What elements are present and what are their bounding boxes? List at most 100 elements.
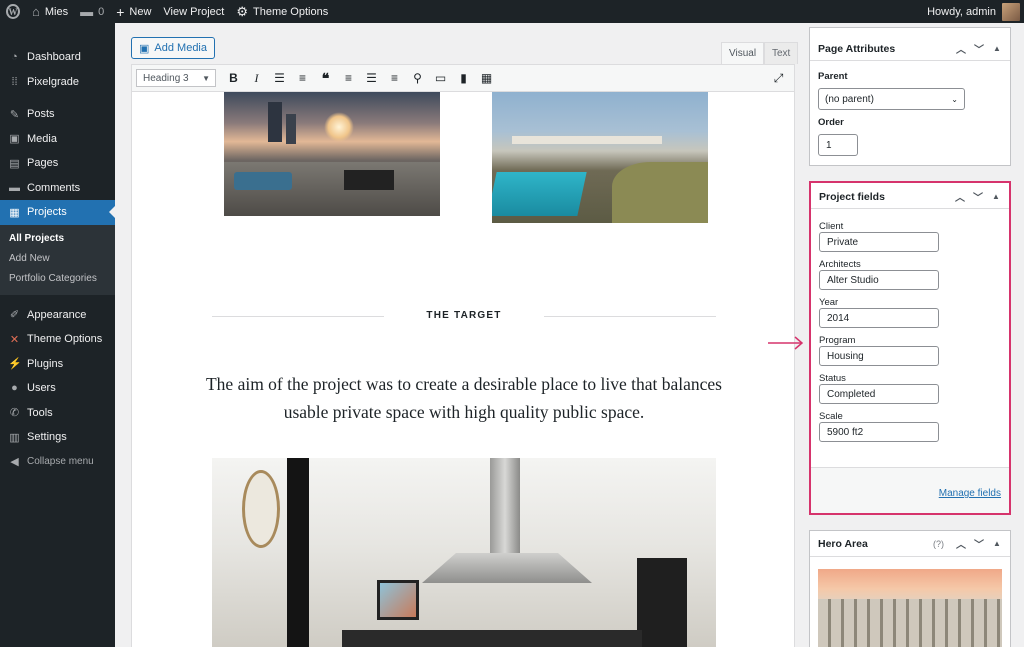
bullet-list-button[interactable]: ☰ (268, 67, 291, 89)
field-value: Private (827, 236, 859, 248)
hero-area-header[interactable]: Hero Area (?) ︿ ﹀ ▲ (810, 531, 1010, 557)
move-up-icon[interactable]: ︿ (951, 189, 969, 204)
collapse-menu-button[interactable]: ◀ Collapse menu (0, 450, 115, 475)
pages-icon: ▤ (9, 157, 20, 170)
italic-button[interactable]: I (245, 67, 268, 89)
sidebar-item-label: Pixelgrade (27, 75, 79, 88)
client-input[interactable]: Private (819, 232, 939, 252)
tab-visual[interactable]: Visual (721, 42, 765, 64)
sidebar-item-pixelgrade[interactable]: ⁞⁞ Pixelgrade (0, 70, 115, 95)
parent-select[interactable]: (no parent) ⌄ (818, 88, 965, 110)
sidebar-item-theme-options[interactable]: ✕ Theme Options (0, 327, 115, 352)
scale-input[interactable]: 5900 ft2 (819, 422, 939, 442)
sidebar-item-label: Settings (27, 431, 67, 444)
year-input[interactable]: 2014 (819, 308, 939, 328)
read-more-button[interactable]: ▭ (429, 67, 452, 89)
align-right-button[interactable]: ≡ (383, 67, 406, 89)
link-button[interactable]: ⚲ (406, 67, 429, 89)
sidebar-item-media[interactable]: ▣ Media (0, 127, 115, 152)
sidebar-item-pages[interactable]: ▤ Pages (0, 151, 115, 176)
new-label: New (129, 5, 152, 18)
field-value: 5900 ft2 (827, 426, 864, 438)
divider (212, 316, 384, 317)
manage-fields-link[interactable]: Manage fields (939, 488, 1001, 499)
align-left-button[interactable]: ≡ (337, 67, 360, 89)
submenu-add-new[interactable]: Add New (0, 249, 115, 269)
bold-button[interactable]: B (222, 67, 245, 89)
program-input[interactable]: Housing (819, 346, 939, 366)
sidebar-item-users[interactable]: ● Users (0, 376, 115, 401)
add-media-label: Add Media (154, 42, 207, 54)
sidebar-item-label: Posts (27, 108, 55, 121)
plugin-icon: ⚡ (8, 358, 22, 371)
paste-button[interactable]: ▮ (452, 67, 475, 89)
architects-input[interactable]: Alter Studio (819, 270, 939, 290)
hero-area-box: Hero Area (?) ︿ ﹀ ▲ (809, 530, 1011, 647)
parent-value: (no parent) (825, 93, 874, 105)
help-link[interactable]: (?) (933, 539, 944, 549)
sidebar-item-posts[interactable]: ✎ Posts (0, 102, 115, 127)
comments-link[interactable]: ▬ 0 (74, 0, 110, 23)
sidebar-item-projects[interactable]: ▦ Projects (0, 200, 115, 225)
sidebar-item-settings[interactable]: ▥ Settings (0, 425, 115, 450)
kitchen-image (212, 458, 716, 647)
box-title: Project fields (819, 190, 885, 203)
sidebar-item-label: Appearance (27, 308, 87, 321)
editor-toolbar: Heading 3 ▼ B I ☰ ≡ ❝ ≡ ☰ ≡ ⚲ ▭ ▮ ▦ ⤢ (131, 64, 795, 92)
order-input[interactable]: 1 (818, 134, 858, 156)
divider (544, 316, 716, 317)
editor-content[interactable]: THE TARGET The aim of the project was to… (131, 92, 795, 647)
align-center-button[interactable]: ☰ (360, 67, 383, 89)
tab-text[interactable]: Text (764, 42, 799, 64)
dashboard-icon: ◔ (11, 51, 18, 64)
section-title: THE TARGET (426, 310, 502, 321)
submenu-portfolio-categories[interactable]: Portfolio Categories (0, 269, 115, 289)
projects-icon: ▦ (9, 206, 20, 219)
avatar (1002, 2, 1020, 21)
sidebar-item-plugins[interactable]: ⚡ Plugins (0, 352, 115, 377)
page-attributes-header[interactable]: Page Attributes ︿ ﹀ ▲ (810, 37, 1010, 61)
hero-image[interactable] (818, 569, 1002, 647)
numbered-list-button[interactable]: ≡ (291, 67, 314, 89)
plus-icon: + (116, 3, 125, 20)
page-attributes-box: Page Attributes ︿ ﹀ ▲ Parent (no parent)… (809, 27, 1011, 166)
view-project-link[interactable]: View Project (157, 0, 230, 23)
sidebar-item-label: Pages (27, 157, 59, 170)
submenu-all-projects[interactable]: All Projects (0, 229, 115, 249)
move-down-icon[interactable]: ﹀ (970, 536, 988, 551)
toggle-panel-icon[interactable]: ▲ (988, 44, 1006, 53)
site-name-link[interactable]: ⌂ Mies (26, 0, 74, 23)
wordpress-logo-button[interactable]: W (0, 0, 26, 23)
site-name: Mies (44, 5, 69, 18)
new-content-link[interactable]: + New (110, 0, 157, 23)
account-menu[interactable]: Howdy, admin (927, 2, 1024, 21)
sidebar-item-label: Theme Options (27, 333, 103, 346)
sidebar-item-tools[interactable]: ✆ Tools (0, 401, 115, 426)
toggle-panel-icon[interactable]: ▲ (987, 192, 1005, 201)
project-fields-header[interactable]: Project fields ︿ ﹀ ▲ (811, 185, 1009, 209)
toggle-panel-icon[interactable]: ▲ (988, 539, 1006, 548)
sidebar-item-appearance[interactable]: ✐ Appearance (0, 303, 115, 328)
add-media-button[interactable]: ▣ Add Media (131, 37, 215, 59)
status-input[interactable]: Completed (819, 384, 939, 404)
move-up-icon[interactable]: ︿ (952, 41, 970, 56)
field-value: Completed (827, 388, 876, 400)
wordpress-icon: W (6, 4, 20, 19)
move-down-icon[interactable]: ﹀ (970, 41, 988, 56)
rooftop-image (224, 92, 440, 216)
field-label-client: Client (819, 221, 844, 232)
sidebar-item-comments[interactable]: ▬ Comments (0, 176, 115, 201)
sidebar-item-dashboard[interactable]: ◔ Dashboard (0, 45, 115, 70)
theme-options-link[interactable]: ⚙ Theme Options (230, 0, 334, 23)
fullscreen-icon[interactable]: ⤢ (767, 67, 790, 89)
move-up-icon[interactable]: ︿ (952, 536, 970, 551)
toolbar-toggle-button[interactable]: ▦ (475, 67, 498, 89)
blockquote-button[interactable]: ❝ (314, 67, 337, 89)
pool-image (492, 92, 708, 223)
field-label-status: Status (819, 373, 846, 384)
format-select[interactable]: Heading 3 ▼ (136, 69, 216, 87)
project-fields-box: Project fields ︿ ﹀ ▲ Client Private Arch… (809, 181, 1011, 515)
move-down-icon[interactable]: ﹀ (969, 189, 987, 204)
order-value: 1 (826, 139, 832, 151)
comment-icon: ▬ (80, 4, 94, 19)
